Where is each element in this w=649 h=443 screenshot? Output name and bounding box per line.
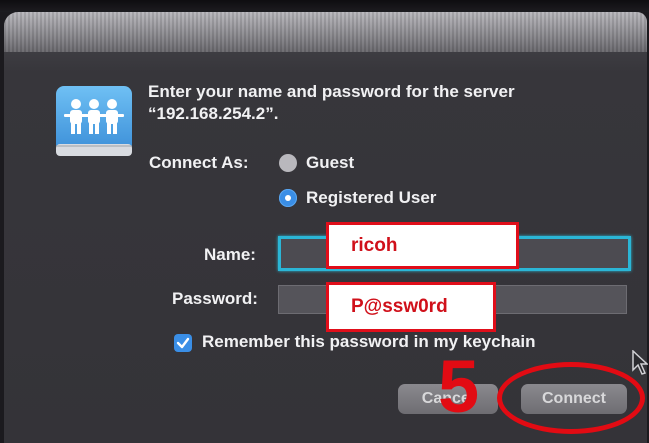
- password-value-text: P@ssw0rd: [351, 296, 448, 317]
- prompt-line-2: “192.168.254.2”.: [148, 104, 279, 123]
- mouse-pointer-icon: [632, 350, 648, 375]
- name-value-annotation: ricoh: [326, 222, 519, 269]
- server-prompt: Enter your name and password for the ser…: [148, 81, 618, 125]
- password-value-annotation: P@ssw0rd: [326, 282, 496, 332]
- name-label: Name:: [204, 245, 256, 264]
- checkmark-icon: [176, 337, 190, 349]
- password-label: Password:: [172, 289, 258, 308]
- connect-highlight-ellipse: [497, 362, 645, 434]
- registered-user-radio-label[interactable]: Registered User: [306, 188, 436, 208]
- photo-edge: [0, 0, 649, 12]
- step-number-annotation: 5: [438, 345, 480, 428]
- guest-radio-label[interactable]: Guest: [306, 153, 354, 173]
- registered-user-radio[interactable]: [279, 189, 297, 207]
- guest-radio[interactable]: [279, 154, 297, 172]
- connect-as-label: Connect As:: [149, 153, 249, 172]
- shared-server-icon: [56, 86, 132, 156]
- remember-label[interactable]: Remember this password in my keychain: [202, 332, 536, 352]
- prompt-line-1: Enter your name and password for the ser…: [148, 82, 515, 101]
- name-value-text: ricoh: [351, 234, 398, 256]
- title-bar[interactable]: [4, 12, 647, 52]
- remember-checkbox[interactable]: [174, 334, 192, 352]
